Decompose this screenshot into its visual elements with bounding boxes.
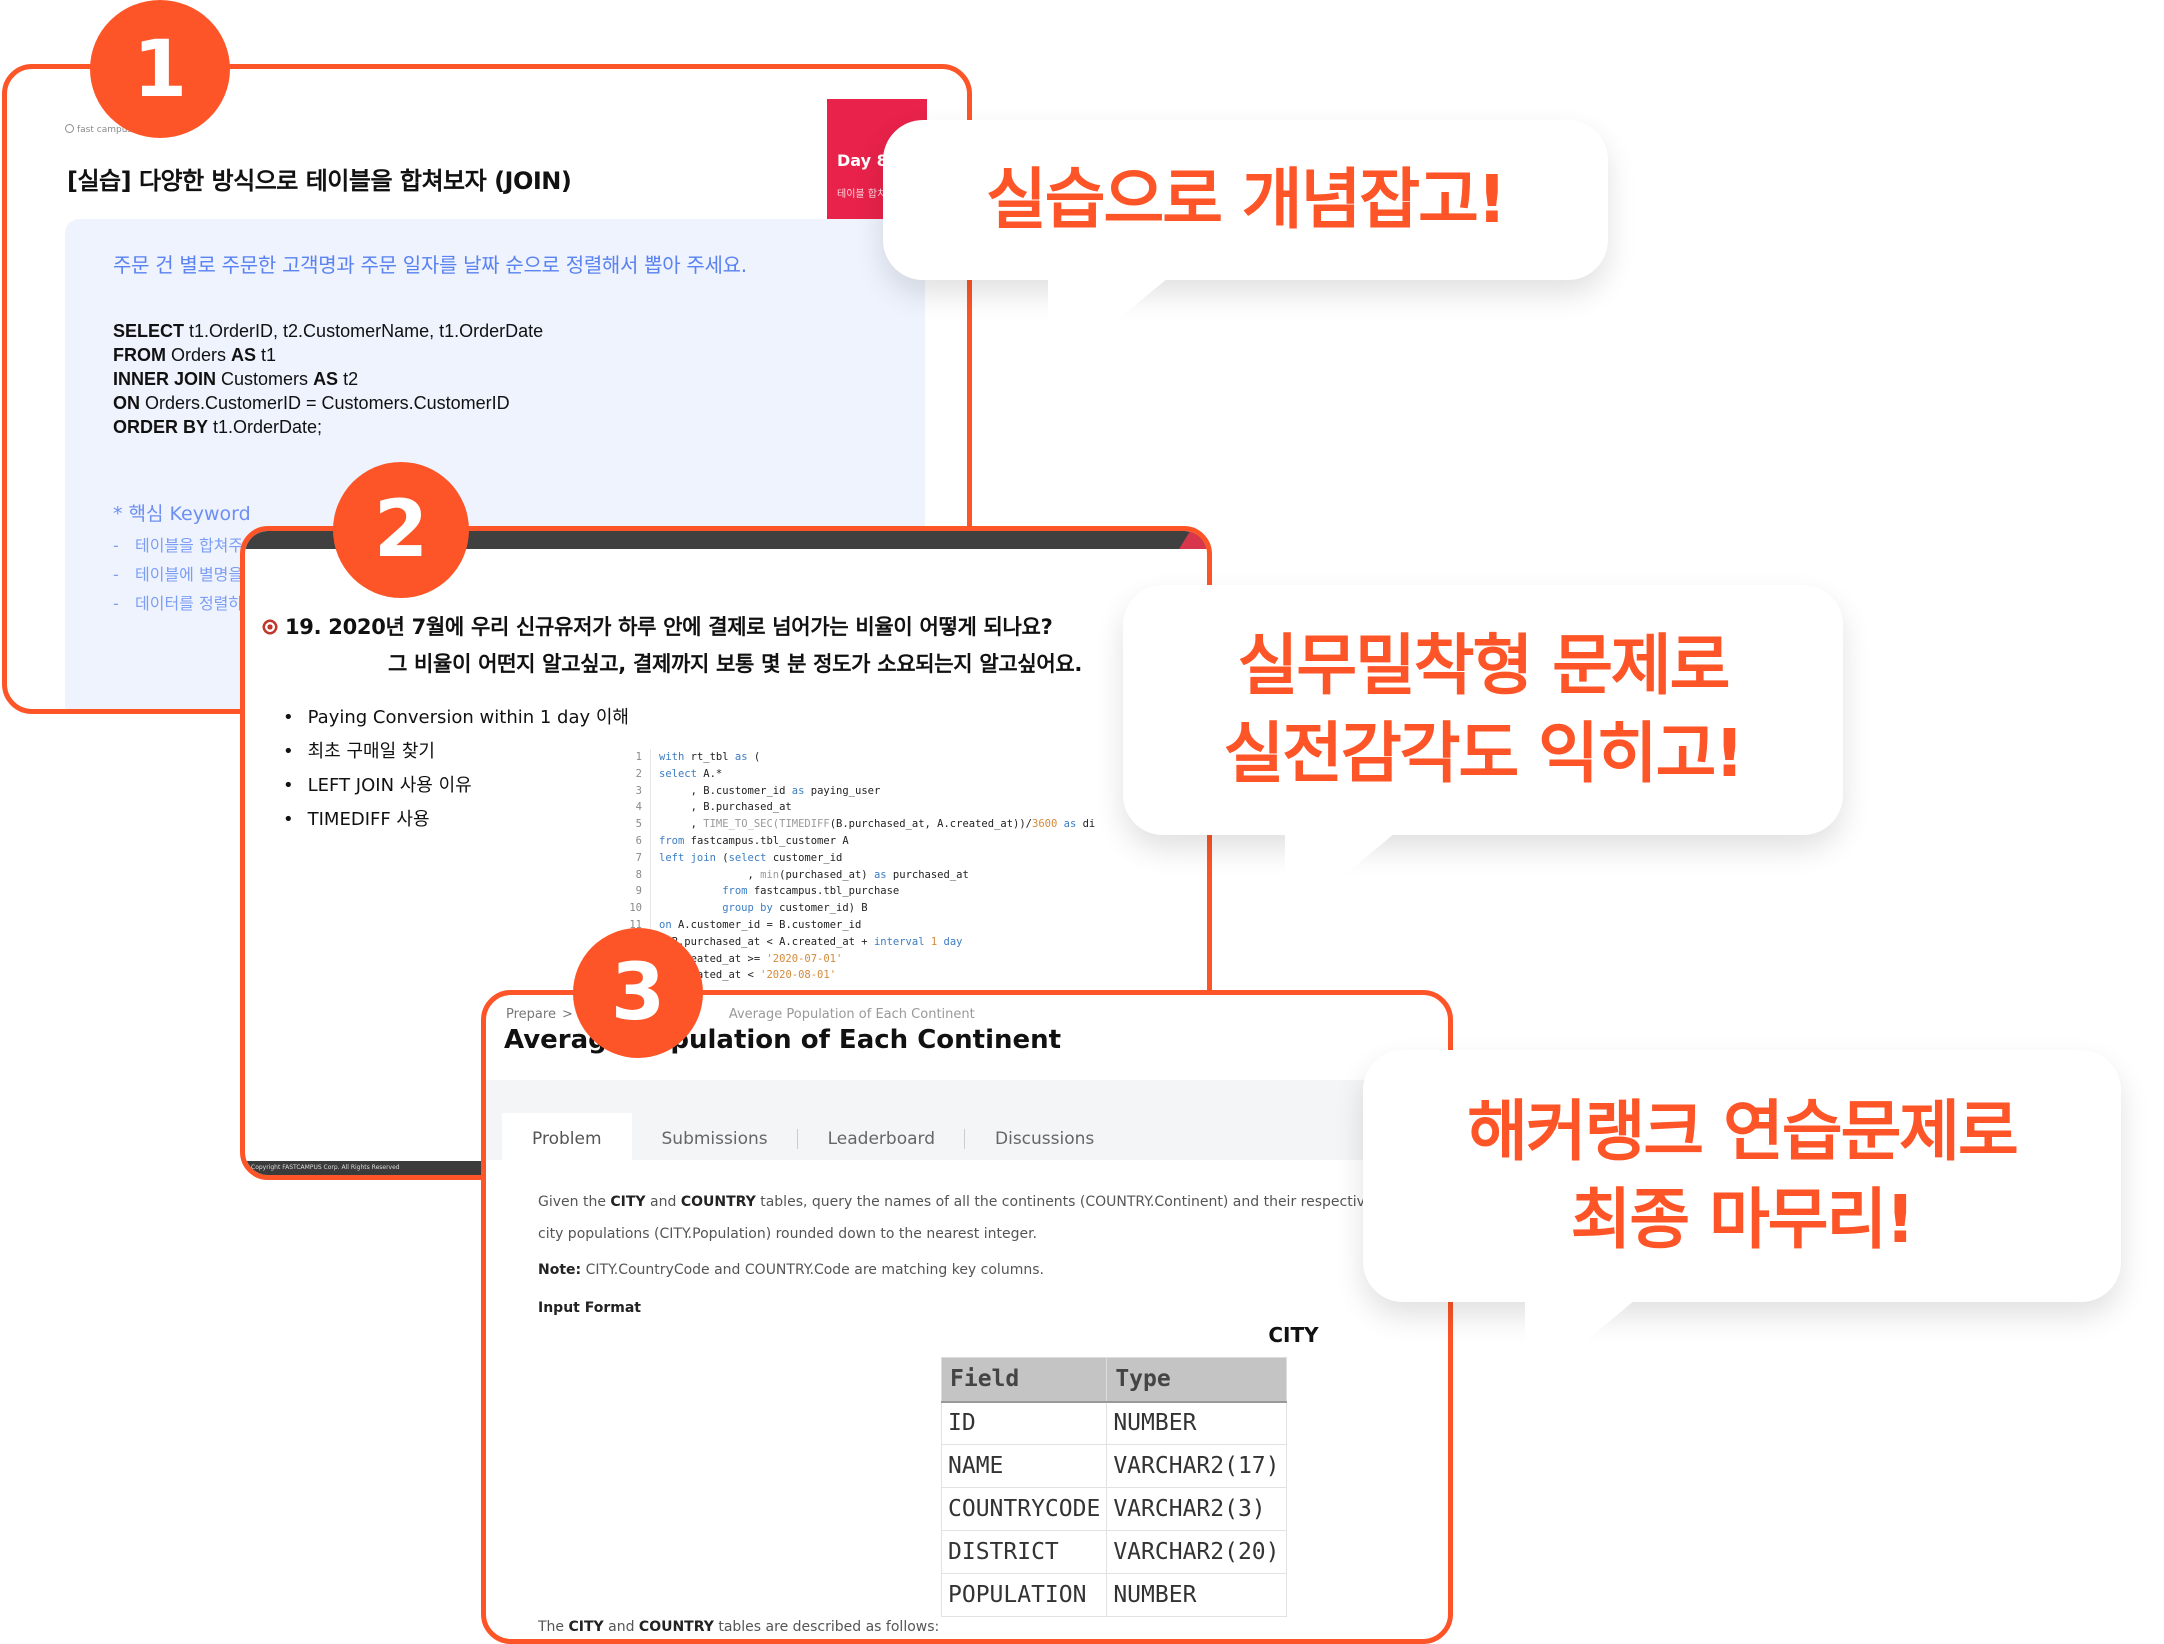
breadcrumb-current: Average Population of Each Continent [728, 1007, 975, 1022]
code-line: 10 group by customer_id) B [625, 900, 1095, 917]
table-cell: VARCHAR2(20) [1106, 1530, 1287, 1574]
table-row: DISTRICT VARCHAR2(20) [940, 1530, 1287, 1574]
code-line: 5 , TIME_TO_SEC(TIMEDIFF(B.purchased_at,… [625, 816, 1095, 833]
sql-line: SELECT t1.OrderID, t2.CustomerName, t1.O… [113, 321, 544, 341]
tab-problem[interactable]: Problem [502, 1113, 632, 1165]
table-cell: DISTRICT [940, 1530, 1108, 1574]
code-line: 2 select A.* [625, 765, 1095, 783]
topic-list: Paying Conversion within 1 day 이해 최초 구매일… [283, 701, 629, 837]
breadcrumb-root[interactable]: Prepare [506, 1007, 556, 1022]
code-line: 6 from fastcampus.tbl_customer A [625, 832, 1095, 850]
bubble-tail [1525, 1300, 1635, 1392]
bubble-tail [1048, 278, 1168, 378]
problem-question-line2: 그 비율이 어떤지 알고싶고, 결제까지 보통 몇 분 정도가 소요되는지 알고… [388, 652, 1083, 676]
table-caption: CITY [1268, 1323, 1319, 1347]
line-number: 2 [625, 765, 651, 783]
table-cell: POPULATION [940, 1573, 1108, 1617]
problem-note: Note: CITY.CountryCode and COUNTRY.Code … [538, 1262, 1044, 1278]
keyword-item: - 테이블을 합쳐주 [113, 536, 244, 555]
table-cell: ID [940, 1401, 1108, 1445]
column-header: Field [940, 1357, 1108, 1403]
table-row: NAME VARCHAR2(17) [940, 1444, 1287, 1488]
topic-item: Paying Conversion within 1 day 이해 [283, 701, 629, 735]
city-schema-table: Field Type ID NUMBER NAME VARCHAR2(17) COUNT… [940, 1357, 1287, 1617]
problem-question: 19. 2020년 7월에 우리 신규유저가 하루 안에 결제로 넘어가는 비율… [261, 611, 1053, 641]
tab-leaderboard[interactable]: Leaderboard [798, 1113, 966, 1165]
tab-discussions[interactable]: Discussions [965, 1113, 1124, 1165]
line-number: 10 [625, 900, 651, 917]
table-row: COUNTRYCODE VARCHAR2(3) [940, 1487, 1287, 1531]
column-header: Type [1106, 1357, 1287, 1403]
line-number: 1 [625, 749, 651, 766]
line-number: 8 [625, 866, 651, 884]
code-line: 9 from fastcampus.tbl_purchase [625, 883, 1095, 901]
line-number: 9 [625, 883, 651, 901]
slide-title: [실습] 다양한 방식으로 테이블을 합쳐보자 (JOIN) [67, 167, 572, 195]
hackerrank-problem-card: Prepare > Average Population of Each Conti… [481, 990, 1453, 1644]
table-cell: VARCHAR2(17) [1106, 1444, 1287, 1488]
table-cell: VARCHAR2(3) [1106, 1487, 1287, 1531]
topic-item: 최초 구매일 찾기 [283, 735, 629, 769]
table-cell: COUNTRYCODE [940, 1487, 1108, 1531]
step-badge-3: 3 [573, 928, 703, 1058]
speech-bubble-real-world: 실무밀착형 문제로 실전감각도 익히고! [1123, 585, 1843, 925]
code-line: 4 , B.purchased_at [625, 799, 1095, 817]
sql-example: SELECT t1.OrderID, t2.CustomerName, t1.O… [113, 319, 543, 439]
line-number: 3 [625, 782, 651, 800]
table-cell: NUMBER [1106, 1573, 1287, 1617]
input-format-heading: Input Format [538, 1300, 641, 1316]
sql-code-editor: 1 with rt_tbl as (2 select A.* 3 , B.custom… [625, 749, 1095, 985]
target-icon [261, 618, 279, 636]
problem-tabs: Problem Submissions Leaderboard Discussi… [502, 1113, 1124, 1165]
topic-item: TIMEDIFF 사용 [283, 803, 629, 837]
tables-description: The CITY and COUNTRY tables are describe… [538, 1619, 940, 1635]
day-subtitle: 테이블 합치 [837, 189, 887, 200]
tab-submissions[interactable]: Submissions [632, 1113, 798, 1165]
table-row: ID NUMBER [940, 1401, 1287, 1445]
sql-line: ON Orders.CustomerID = Customers.Custome… [113, 393, 510, 413]
code-line: 7 left join (select customer_id [625, 849, 1095, 867]
keyword-item: - 데이터를 정렬하 [113, 594, 244, 613]
exercise-question: 주문 건 별로 주문한 고객명과 주문 일자를 날짜 순으로 정렬해서 뽑아 주… [113, 253, 747, 277]
keyword-list: - 테이블을 합쳐주 - 테이블에 별명을 - 데이터를 정렬하 [113, 531, 243, 618]
table-cell: NUMBER [1106, 1401, 1287, 1445]
code-line: 1 with rt_tbl as ( [625, 749, 1095, 766]
table-cell: NAME [940, 1444, 1108, 1488]
keyword-item: - 테이블에 별명을 [113, 565, 244, 584]
topic-item: LEFT JOIN 사용 이유 [283, 769, 629, 803]
keyword-title: * 핵심 Keyword [113, 503, 251, 525]
speech-bubble-hackerrank: 해커랭크 연습문제로 최종 마무리! [1363, 1050, 2121, 1392]
bubble-tail [1285, 833, 1395, 925]
code-line: 8 , min(purchased_at) as purchased_at [625, 866, 1095, 884]
step-badge-1: 1 [90, 0, 230, 138]
line-number: 6 [625, 832, 651, 850]
sql-line: INNER JOIN Customers AS t2 [113, 369, 359, 389]
sql-line: FROM Orders AS t1 [113, 345, 277, 365]
line-number: 7 [625, 849, 651, 867]
sql-line: ORDER BY t1.OrderDate; [113, 417, 323, 437]
code-line: 11 on A.customer_id = B.customer_id [625, 916, 1095, 934]
code-line: 12 B.purchased_at < A.created_at + inter… [625, 933, 1095, 951]
problem-statement: Given the CITY and COUNTRY tables, query… [538, 1187, 1418, 1323]
line-number: 5 [625, 816, 651, 833]
table-row: POPULATION NUMBER [940, 1573, 1287, 1617]
speech-bubble-practice: 실습으로 개념잡고! [883, 120, 1608, 378]
line-number: 4 [625, 799, 651, 817]
code-line: 3 , B.customer_id as paying_user [625, 782, 1095, 800]
step-badge-2: 2 [333, 462, 469, 598]
